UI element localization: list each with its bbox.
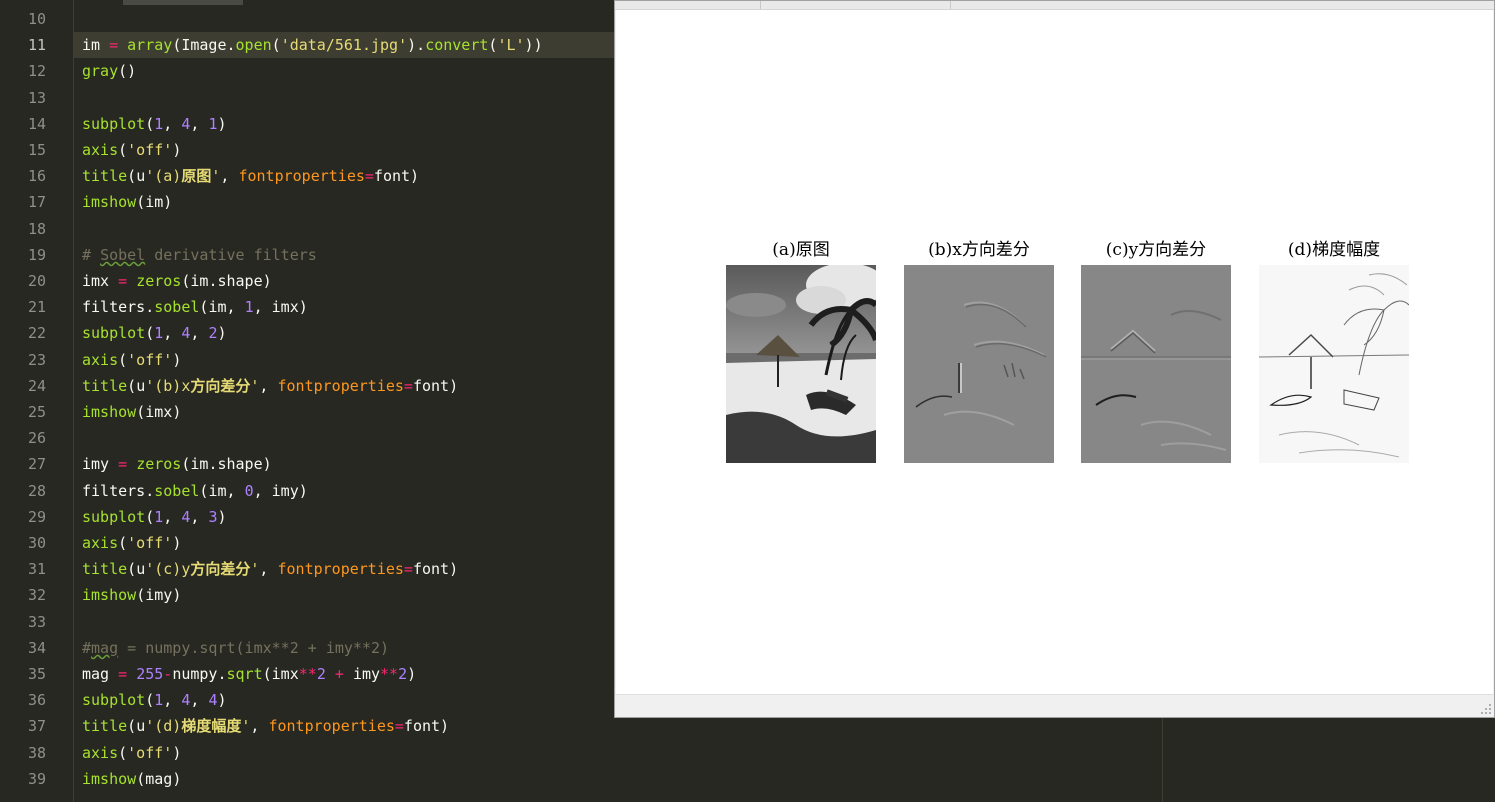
code-line[interactable]: axis('off')	[82, 740, 181, 766]
line-number: 18	[27, 219, 46, 238]
code-line[interactable]: imshow(imy)	[82, 582, 181, 608]
code-line[interactable]: title(u'(d)梯度幅度', fontproperties=font)	[82, 713, 449, 739]
code-line[interactable]: imy = zeros(im.shape)	[82, 451, 272, 477]
code-line[interactable]: imshow(mag)	[82, 766, 181, 792]
figure-tab-strip	[615, 1, 1494, 10]
code-line[interactable]: filters.sobel(im, 1, imx)	[82, 294, 308, 320]
line-number: 39	[27, 769, 46, 788]
sobel-y-image	[1081, 265, 1231, 463]
resize-grip-icon[interactable]	[1480, 703, 1492, 715]
line-number: 12	[27, 62, 46, 81]
code-line[interactable]: imshow(imx)	[82, 399, 181, 425]
code-line[interactable]: axis('off')	[82, 347, 181, 373]
original-grayscale-image	[726, 265, 876, 463]
panel-divider	[1162, 718, 1163, 802]
code-line[interactable]: im = array(Image.open('data/561.jpg').co…	[82, 32, 543, 58]
line-number: 27	[27, 455, 46, 474]
line-number: 31	[27, 560, 46, 579]
code-line[interactable]: filters.sobel(im, 0, imy)	[82, 478, 308, 504]
sobel-x-image	[904, 265, 1054, 463]
code-line[interactable]: imshow(im)	[82, 189, 172, 215]
line-number: 13	[27, 88, 46, 107]
line-number: 20	[27, 272, 46, 290]
line-number: 28	[27, 481, 46, 500]
code-line[interactable]: # Sobel derivative filters	[82, 242, 317, 268]
tab-separator	[760, 1, 761, 9]
figure-canvas: (a)原图 (b)x方向差分 (c)y方向差分 (d)梯度幅度	[616, 10, 1493, 694]
line-number: 22	[27, 324, 46, 343]
code-line[interactable]: #mag = numpy.sqrt(imx**2 + imy**2)	[82, 635, 389, 661]
line-number: 19	[27, 245, 46, 264]
line-number: 24	[27, 376, 46, 395]
code-line[interactable]: title(u'(b)x方向差分', fontproperties=font)	[82, 373, 458, 399]
code-line[interactable]: subplot(1, 4, 1)	[82, 111, 227, 137]
line-number: 33	[27, 612, 46, 631]
code-line[interactable]: imx = zeros(im.shape)	[82, 268, 272, 294]
matplotlib-figure-window[interactable]: (a)原图 (b)x方向差分 (c)y方向差分 (d)梯度幅度	[614, 0, 1495, 718]
code-line[interactable]: axis('off')	[82, 530, 181, 556]
line-number: 16	[27, 167, 46, 186]
line-number: 15	[27, 141, 46, 159]
code-line[interactable]: title(u'(a)原图', fontproperties=font)	[82, 163, 419, 189]
line-number: 25	[27, 403, 46, 421]
line-number: 21	[27, 298, 46, 317]
tab-separator	[950, 1, 951, 9]
line-number: 37	[27, 717, 46, 736]
code-line[interactable]: subplot(1, 4, 2)	[82, 320, 227, 346]
line-number: 10	[27, 10, 46, 28]
line-number: 34	[27, 638, 46, 657]
code-line[interactable]: gray()	[82, 58, 136, 84]
code-line[interactable]: title(u'(c)y方向差分', fontproperties=font)	[82, 556, 458, 582]
line-number: 11	[27, 36, 46, 55]
code-line[interactable]: mag = 255-numpy.sqrt(imx**2 + imy**2)	[82, 661, 416, 687]
subplot-title: (d)梯度幅度	[1287, 240, 1381, 260]
figure-status-bar	[615, 694, 1494, 717]
line-number: 29	[27, 507, 46, 526]
line-number: 32	[27, 586, 46, 605]
line-number: 30	[27, 534, 46, 552]
code-line[interactable]: axis('off')	[82, 137, 181, 163]
line-number: 17	[27, 193, 46, 212]
code-line[interactable]: subplot(1, 4, 3)	[82, 504, 227, 530]
line-number: 14	[27, 114, 46, 133]
line-number: 35	[27, 665, 46, 683]
line-number: 26	[27, 429, 46, 448]
gradient-magnitude-image	[1259, 265, 1409, 463]
line-number-gutter: 10 11 12 13 14 15 16 17 18 19 20 21 22 23 24 25 26 27 28 29…	[0, 0, 74, 802]
line-number: 36	[27, 691, 46, 710]
line-number: 38	[27, 743, 46, 762]
code-line[interactable]: subplot(1, 4, 4)	[82, 687, 227, 713]
line-number: 23	[27, 350, 46, 369]
